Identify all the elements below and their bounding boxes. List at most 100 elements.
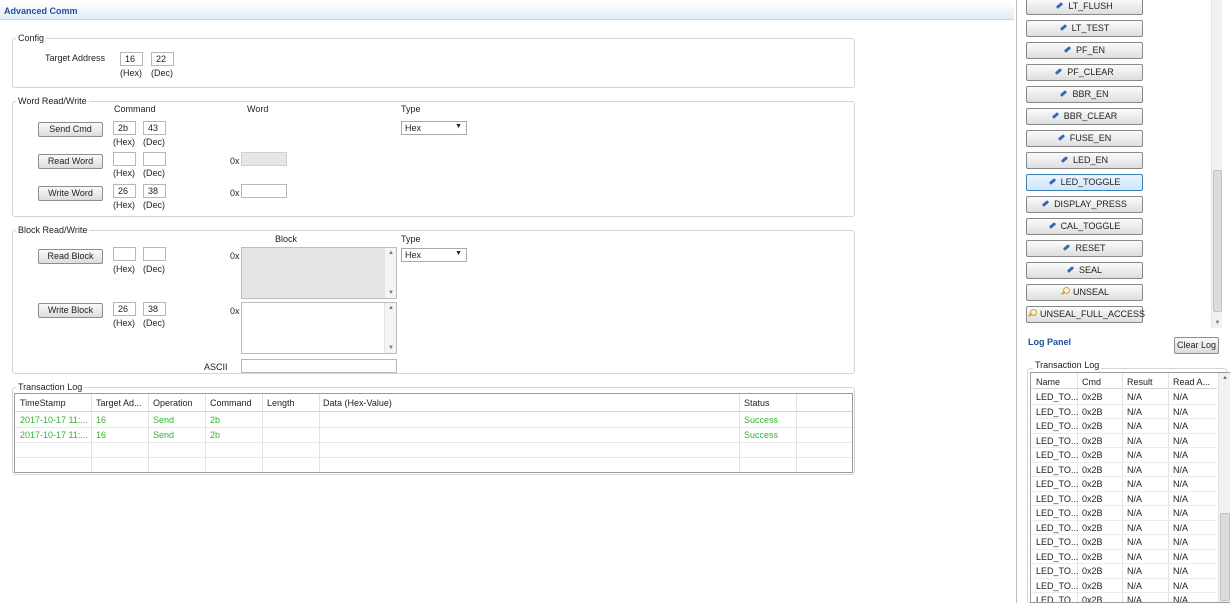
table-cell: 0x2B <box>1082 450 1103 460</box>
transaction-log-group-label: Transaction Log <box>16 382 85 392</box>
target-address-dec-field[interactable]: 22 <box>151 52 174 66</box>
log-panel-table[interactable]: Name Cmd Result Read A... LED_TO... 0x2B N… <box>1030 372 1230 603</box>
dec-caption: (Dec) <box>143 318 165 328</box>
column-header[interactable]: Status <box>744 398 770 408</box>
send-cmd-button[interactable]: Send Cmd <box>38 122 103 137</box>
table-cell: 0x2B <box>1082 508 1103 518</box>
scroll-down-icon: ▼ <box>388 290 394 296</box>
log-scrollbar[interactable]: ▲ <box>1218 373 1230 602</box>
pin-icon <box>1066 266 1075 273</box>
table-cell: N/A <box>1173 566 1189 576</box>
column-header[interactable]: Operation <box>153 398 193 408</box>
command-button-seal[interactable]: SEAL <box>1026 262 1143 279</box>
command-button-pf-en[interactable]: PF_EN <box>1026 42 1143 59</box>
hex-caption: (Hex) <box>113 168 135 178</box>
table-row[interactable]: LED_TO... 0x2B N/A N/A <box>1031 492 1217 506</box>
table-row[interactable]: LED_TO... 0x2B N/A N/A <box>1031 550 1217 564</box>
log-panel-title: Log Panel <box>1028 337 1072 347</box>
table-row[interactable]: LED_TO... 0x2B N/A N/A <box>1031 434 1217 448</box>
column-header[interactable]: Cmd <box>1082 377 1101 387</box>
table-row[interactable]: 2017-10-17 11:... 16 Send 2b Success <box>15 413 852 428</box>
write-word-value-field[interactable] <box>241 184 287 198</box>
table-row[interactable]: LED_TO... 0x2B N/A N/A <box>1031 405 1217 419</box>
command-button-pf-clear[interactable]: PF_CLEAR <box>1026 64 1143 81</box>
table-cell: N/A <box>1173 522 1189 533</box>
block-type-value: Hex <box>405 250 422 260</box>
command-button-lt-flush[interactable]: LT_FLUSH <box>1026 0 1143 15</box>
scroll-up-icon: ▲ <box>388 250 394 256</box>
write-word-dec-field[interactable]: 38 <box>143 184 166 198</box>
table-cell: N/A <box>1127 522 1143 533</box>
table-cell: N/A <box>1173 580 1189 591</box>
table-row[interactable]: LED_TO... 0x2B N/A N/A <box>1031 448 1217 463</box>
clear-log-button[interactable]: Clear Log <box>1174 337 1219 354</box>
command-button-bbr-clear[interactable]: BBR_CLEAR <box>1026 108 1143 125</box>
command-button-unseal-full-access[interactable]: UNSEAL_FULL_ACCESS <box>1026 306 1145 323</box>
command-button-fuse-en[interactable]: FUSE_EN <box>1026 130 1143 147</box>
table-row[interactable] <box>15 443 852 458</box>
command-button-led-en[interactable]: LED_EN <box>1026 152 1143 169</box>
write-word-hex-field[interactable]: 26 <box>113 184 136 198</box>
ascii-field[interactable] <box>241 359 397 373</box>
write-block-hex-field[interactable]: 26 <box>113 302 136 316</box>
table-row[interactable]: LED_TO... 0x2B N/A N/A <box>1031 477 1217 492</box>
transaction-log-table[interactable]: TimeStamp Target Ad... Operation Command… <box>14 393 853 473</box>
table-row[interactable]: LED_TO... 0x2B N/A N/A <box>1031 521 1217 535</box>
command-label: FUSE_EN <box>1069 133 1112 143</box>
command-button-reset[interactable]: RESET <box>1026 240 1143 257</box>
read-word-dec-field[interactable] <box>143 152 166 166</box>
write-block-dec-field[interactable]: 38 <box>143 302 166 316</box>
table-row[interactable]: LED_TO... 0x2B N/A N/A <box>1031 579 1217 593</box>
command-button-lt-test[interactable]: LT_TEST <box>1026 20 1143 37</box>
scrollbar[interactable]: ▲ ▼ <box>384 303 396 353</box>
table-row[interactable]: LED_TO... 0x2B N/A N/A <box>1031 506 1217 521</box>
command-button-unseal[interactable]: UNSEAL <box>1026 284 1143 301</box>
target-address-hex-field[interactable]: 16 <box>120 52 143 66</box>
read-word-button[interactable]: Read Word <box>38 154 103 169</box>
command-button-display-press[interactable]: DISPLAY_PRESS <box>1026 196 1143 213</box>
send-cmd-dec-field[interactable]: 43 <box>143 121 166 135</box>
write-block-button[interactable]: Write Block <box>38 303 103 318</box>
column-header[interactable]: Data (Hex-Value) <box>323 398 392 408</box>
table-row[interactable]: LED_TO... 0x2B N/A N/A <box>1031 564 1217 579</box>
block-type-select[interactable]: Hex ▼ <box>401 248 467 262</box>
column-header[interactable]: TimeStamp <box>20 398 66 408</box>
table-row[interactable]: LED_TO... 0x2B N/A N/A <box>1031 463 1217 477</box>
table-row[interactable]: LED_TO... 0x2B N/A N/A <box>1031 419 1217 434</box>
column-header[interactable]: Target Ad... <box>96 398 142 408</box>
scroll-down-icon[interactable]: ▼ <box>1212 320 1223 326</box>
table-cell: N/A <box>1173 435 1189 446</box>
scrollbar-thumb[interactable] <box>1213 170 1222 312</box>
scroll-up-icon[interactable]: ▲ <box>1219 375 1230 381</box>
column-header[interactable]: Name <box>1036 377 1060 387</box>
table-row[interactable]: 2017-10-17 11:... 16 Send 2b Success <box>15 428 852 443</box>
scrollbar-thumb[interactable] <box>1220 513 1230 601</box>
table-header: TimeStamp Target Ad... Operation Command… <box>15 394 852 412</box>
send-cmd-hex-field[interactable]: 2b <box>113 121 136 135</box>
table-cell: N/A <box>1127 450 1143 460</box>
word-type-select[interactable]: Hex ▼ <box>401 121 467 135</box>
read-block-button[interactable]: Read Block <box>38 249 103 264</box>
read-block-hex-field[interactable] <box>113 247 136 261</box>
column-header[interactable]: Command <box>210 398 252 408</box>
write-word-button[interactable]: Write Word <box>38 186 103 201</box>
table-cell: 2b <box>210 415 221 425</box>
table-row[interactable] <box>15 458 852 473</box>
table-row[interactable]: LED_TO... 0x2B N/A N/A <box>1031 535 1217 550</box>
column-header[interactable]: Read A... <box>1173 377 1210 387</box>
read-word-hex-field[interactable] <box>113 152 136 166</box>
table-row[interactable]: LED_TO... 0x2B N/A N/A <box>1031 593 1217 602</box>
commands-scrollbar[interactable]: ▼ <box>1211 0 1222 328</box>
hex-caption: (Hex) <box>113 264 135 274</box>
scrollbar[interactable]: ▲ ▼ <box>384 248 396 298</box>
read-block-dec-field[interactable] <box>143 247 166 261</box>
column-header[interactable]: Result <box>1127 377 1153 387</box>
table-header: Name Cmd Result Read A... <box>1031 373 1217 389</box>
command-button-bbr-en[interactable]: BBR_EN <box>1026 86 1143 103</box>
command-button-cal-toggle[interactable]: CAL_TOGGLE <box>1026 218 1143 235</box>
column-header[interactable]: Length <box>267 398 295 408</box>
command-label: LT_TEST <box>1071 23 1110 33</box>
command-button-led-toggle[interactable]: LED_TOGGLE <box>1026 174 1143 191</box>
table-row[interactable]: LED_TO... 0x2B N/A N/A <box>1031 390 1217 405</box>
write-block-textarea[interactable]: ▲ ▼ <box>241 302 397 354</box>
